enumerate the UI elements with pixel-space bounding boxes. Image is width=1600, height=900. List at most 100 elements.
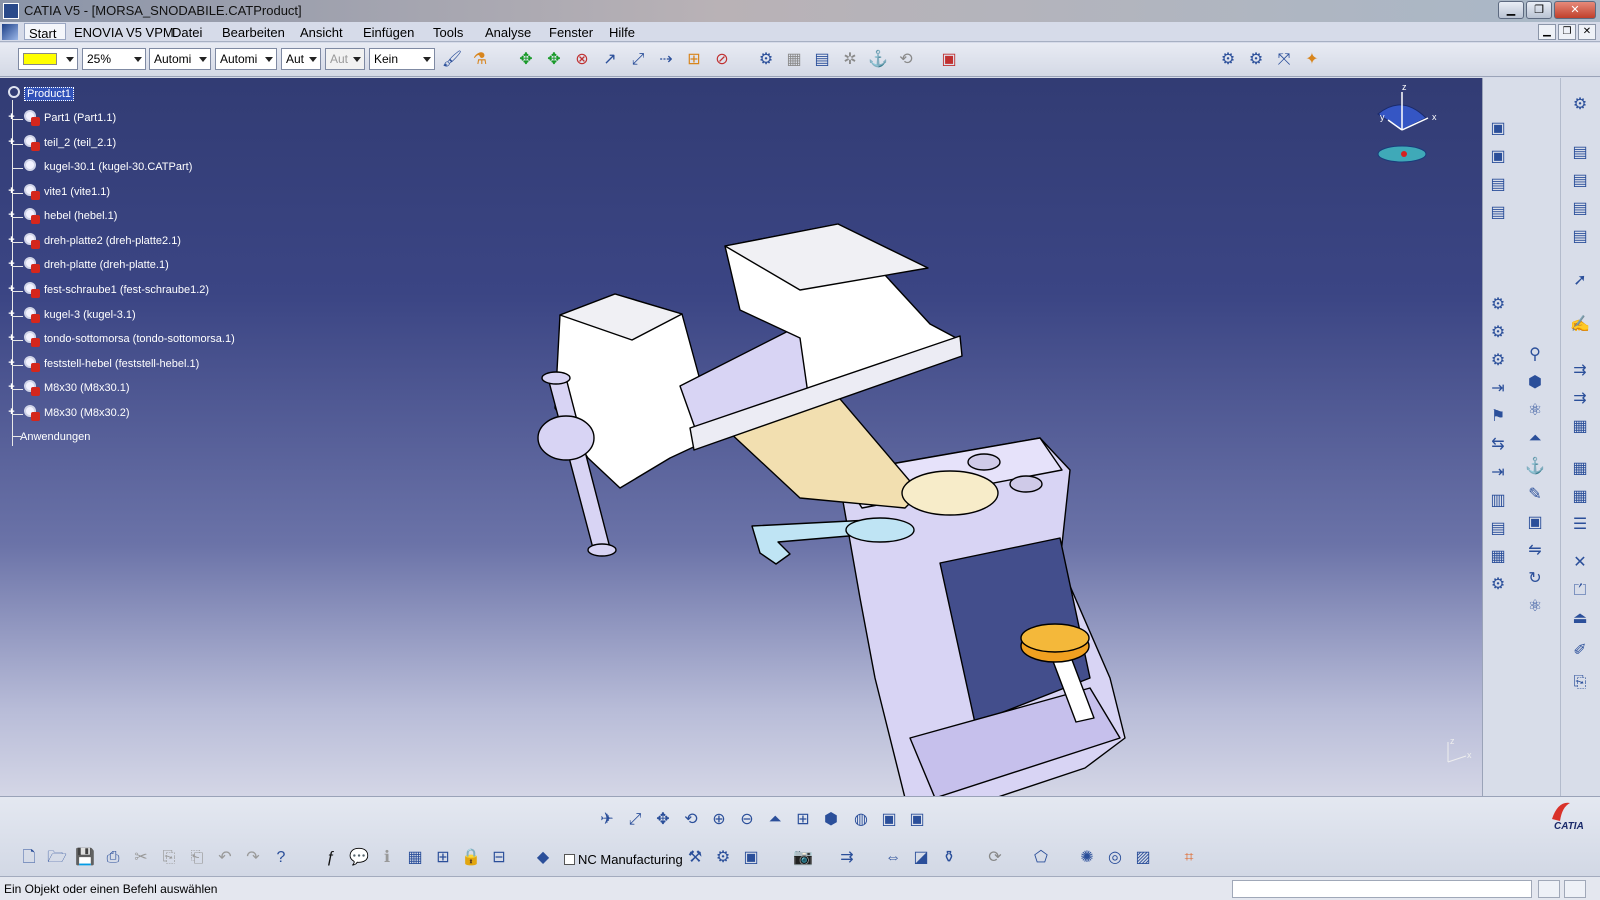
rotate-icon[interactable]: ⟲ [680,809,702,831]
law-icon[interactable]: ⊟ [488,847,510,869]
nc-workbench-icon[interactable]: ◆ [532,847,554,869]
import-icon[interactable]: ⇉ [1569,360,1591,382]
comment-icon[interactable]: 💬 [348,847,370,869]
status-button[interactable] [1564,880,1586,898]
settings-icon[interactable]: ⚙ [1569,94,1591,116]
constraint-offset-icon[interactable]: ▤ [811,49,833,71]
3d-box-icon[interactable]: ⬢ [1524,372,1546,394]
print-icon[interactable]: ⎙ [102,847,124,869]
weight-icon[interactable]: ⚱ [938,847,960,869]
table-icon[interactable]: ▦ [404,847,426,869]
constraint-coincidence-icon[interactable]: ⚙ [755,49,777,71]
snap-icon[interactable]: ✥ [543,49,565,71]
fast-multi-instantiation-icon[interactable]: ▥ [1487,490,1509,512]
distance-analysis-icon[interactable]: ⇔ [882,847,904,869]
painter-icon[interactable]: 🖌 [441,49,463,71]
multi-view-icon[interactable]: ⊞ [792,809,814,831]
catalog-icon[interactable]: ▦ [1569,416,1591,438]
open-file-icon[interactable]: 🗁 [46,847,68,869]
menu-ansicht[interactable]: Ansicht [300,25,343,40]
render-icon[interactable]: ✺ [1076,847,1098,869]
sketch-icon[interactable]: ✍ [1569,314,1591,336]
apply-material-icon[interactable]: ✦ [1301,49,1323,71]
label-icon[interactable]: ⏏ [1569,608,1591,630]
scenes-icon[interactable]: ⚙ [1217,49,1239,71]
color-combo[interactable] [18,48,78,70]
formula-icon[interactable]: ƒ [320,847,342,869]
stamp-icon[interactable]: ⎘ [1569,672,1591,694]
export-icon[interactable]: ⇉ [1569,388,1591,410]
selective-load-icon[interactable]: ⚑ [1487,406,1509,428]
abc-icon[interactable]: ⏍ [1569,580,1591,602]
color-cube-icon[interactable]: ▨ [1132,847,1154,869]
view-icon[interactable]: ▤ [1569,170,1591,192]
multi-instantiation-icon[interactable]: ⇥ [1487,462,1509,484]
generate-numbering-icon[interactable]: ⇥ [1487,378,1509,400]
fit-all-icon[interactable]: ⤧ [1273,49,1295,71]
clash-icon[interactable]: ↗ [599,49,621,71]
material-icon[interactable]: ⚗ [469,49,491,71]
catalog-icon[interactable]: ▣ [938,49,960,71]
nc-manufacturing-checkbox[interactable] [564,854,575,865]
lock-icon[interactable]: 🔒 [460,847,482,869]
annotation-icon[interactable]: ✐ [1569,640,1591,662]
new-product-icon[interactable]: ▣ [1487,146,1509,168]
doc-restore-button[interactable]: ❐ [1558,24,1576,40]
thickness-combo[interactable]: Automi [215,48,277,70]
weld-icon[interactable]: ⚲ [1524,344,1546,366]
catia-app-icon[interactable] [3,3,19,19]
render-combo[interactable]: Kein [369,48,435,70]
zoom-in-icon[interactable]: ⊕ [708,809,730,831]
status-button[interactable] [1538,880,1560,898]
scene-icon[interactable]: ⇉ [836,847,858,869]
menu-start[interactable]: Start [24,23,66,41]
bom-icon[interactable]: ▦ [1569,458,1591,480]
anchor-icon[interactable]: ⚓ [1524,456,1546,478]
manipulation-icon[interactable]: ✥ [515,49,537,71]
3d-viewport[interactable]: Product1 + Part1 (Part1.1) + teil_2 (tei… [0,78,1482,796]
manage-representations-icon[interactable]: ⇆ [1487,434,1509,456]
constraint-update-icon[interactable]: ⟲ [895,49,917,71]
view-icon[interactable]: ▤ [1569,142,1591,164]
menu-analyse[interactable]: Analyse [485,25,531,40]
reset-icon[interactable]: ✕ [1569,552,1591,574]
shading-icon[interactable]: ◍ [850,809,872,831]
normal-view-icon[interactable]: ⏶ [764,809,786,831]
swap-visible-space-icon[interactable]: ▣ [906,809,928,831]
group-icon[interactable]: ⚛ [1524,400,1546,422]
pan-icon[interactable]: ✥ [652,809,674,831]
menu-enovia[interactable]: ENOVIA V5 VPM [74,25,174,40]
connector-icon[interactable]: ⇋ [1524,540,1546,562]
close-button[interactable]: ✕ [1554,1,1596,19]
fly-mode-icon[interactable]: ✈ [596,809,618,831]
menu-fenster[interactable]: Fenster [549,25,593,40]
existing-component-icon[interactable]: ▤ [1487,202,1509,224]
zoom-out-icon[interactable]: ⊖ [736,809,758,831]
document-icon[interactable] [2,24,18,40]
grid-icon[interactable]: ⌗ [1178,847,1200,869]
menu-einfuegen[interactable]: Einfügen [363,25,414,40]
environment-icon[interactable]: ◎ [1104,847,1126,869]
define-multi-instantiation-icon[interactable]: ▤ [1487,518,1509,540]
replace-component-icon[interactable]: ⚙ [1487,294,1509,316]
menu-hilfe[interactable]: Hilfe [609,25,635,40]
nc-manufacturing-label[interactable]: NC Manufacturing [578,852,683,867]
point-combo[interactable]: Aut [281,48,321,70]
command-input[interactable] [1232,880,1532,898]
menu-tools[interactable]: Tools [433,25,463,40]
maximize-button[interactable]: ❐ [1526,1,1552,19]
compass-icon[interactable]: z x y [1362,84,1442,174]
new-file-icon[interactable]: 🗋 [18,847,40,869]
sectioning-icon[interactable]: ⊘ [711,49,733,71]
constraint-contact-icon[interactable]: ▦ [783,49,805,71]
capture-camera-icon[interactable]: 📷 [792,847,814,869]
constraint-angle-icon[interactable]: ✲ [839,49,861,71]
minimize-button[interactable]: ▁ [1498,1,1524,19]
transparency-combo[interactable]: 25% [82,48,146,70]
constraint-fix-icon[interactable]: ⚓ [867,49,889,71]
vice-model[interactable] [0,78,1482,796]
graph-tree-icon[interactable]: ⚙ [1487,322,1509,344]
menu-bearbeiten[interactable]: Bearbeiten [222,25,285,40]
capture-icon[interactable]: ▣ [1524,512,1546,534]
fit-all-in-icon[interactable]: ⤢ [624,809,646,831]
